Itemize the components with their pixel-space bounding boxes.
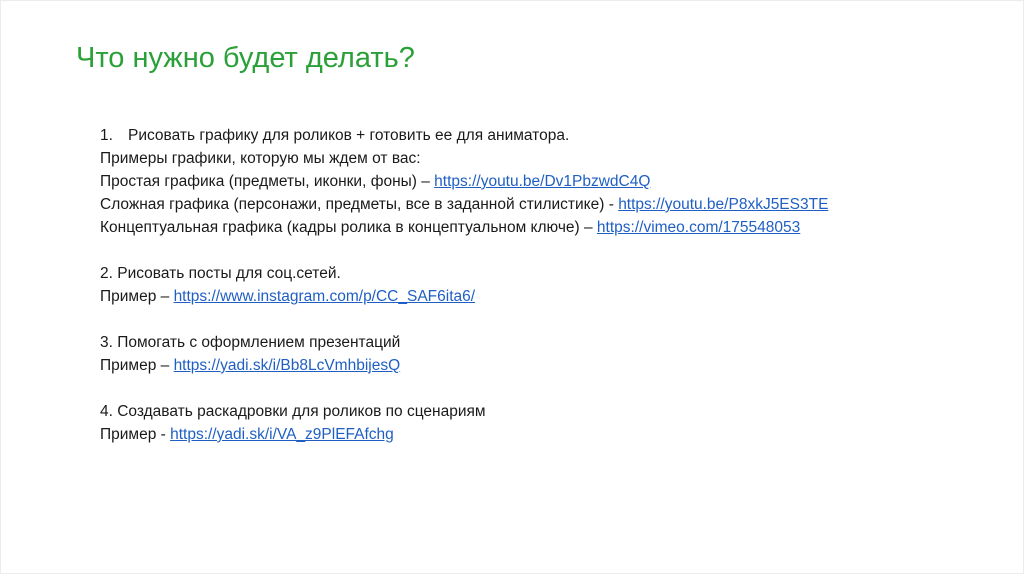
item-2-heading: 2. Рисовать посты для соц.сетей. xyxy=(100,265,341,282)
example-simple-graphics: Простая графика (предметы, иконки, фоны)… xyxy=(100,170,980,193)
slide: Что нужно будет делать? 1. Рисовать графи… xyxy=(0,0,1024,574)
item-3-example: Пример – https://yadi.sk/i/Bb8LcVmhbijes… xyxy=(100,354,980,377)
item-4-example-label: Пример - xyxy=(100,426,171,443)
item-1-heading: 1. Рисовать графику для роликов + готовит… xyxy=(100,124,980,147)
item-4-heading: 4. Создавать раскадровки для роликов по … xyxy=(100,403,486,420)
example-simple-graphics-link[interactable]: https://youtu.be/Dv1PbzwdC4Q xyxy=(434,173,650,190)
item-3-example-label: Пример – xyxy=(100,357,174,374)
item-4-example-link[interactable]: https://yadi.sk/i/VA_z9PlEFAfchg xyxy=(170,426,394,443)
item-4-example: Пример - https://yadi.sk/i/VA_z9PlEFAfch… xyxy=(100,423,980,446)
example-complex-graphics-link[interactable]: https://youtu.be/P8xkJ5ES3TE xyxy=(618,196,828,213)
item-1-subheading: Примеры графики, которую мы ждем от вас: xyxy=(100,150,421,167)
example-concept-graphics-link[interactable]: https://vimeo.com/175548053 xyxy=(597,219,800,236)
item-1-number: 1. xyxy=(100,127,113,144)
slide-body: 1. Рисовать графику для роликов + готовит… xyxy=(100,124,980,446)
item-3-example-link[interactable]: https://yadi.sk/i/Bb8LcVmhbijesQ xyxy=(174,357,401,374)
example-simple-graphics-label: Простая графика (предметы, иконки, фоны)… xyxy=(100,173,435,190)
item-2-example: Пример – https://www.instagram.com/p/CC_… xyxy=(100,285,980,308)
example-concept-graphics: Концептуальная графика (кадры ролика в к… xyxy=(100,216,980,239)
slide-title: Что нужно будет делать? xyxy=(76,42,415,74)
item-1-heading-text: Рисовать графику для роликов + готовить … xyxy=(128,127,570,144)
example-complex-graphics-label: Сложная графика (персонажи, предметы, вс… xyxy=(100,196,619,213)
item-3-heading: 3. Помогать с оформлением презентаций xyxy=(100,334,401,351)
item-2-example-link[interactable]: https://www.instagram.com/p/CC_SAF6ita6/ xyxy=(174,288,476,305)
example-concept-graphics-label: Концептуальная графика (кадры ролика в к… xyxy=(100,219,597,236)
example-complex-graphics: Сложная графика (персонажи, предметы, вс… xyxy=(100,193,980,216)
item-2-example-label: Пример – xyxy=(100,288,174,305)
